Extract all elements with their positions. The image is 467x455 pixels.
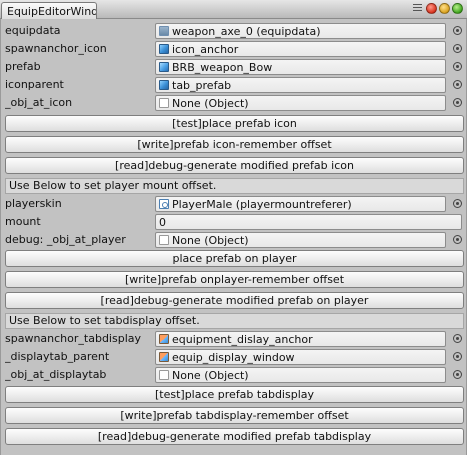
field-label: mount: [5, 215, 41, 228]
field-value: equipment_dislay_anchor: [172, 332, 313, 346]
field-label: equipdata: [5, 24, 61, 37]
field-label: iconparent: [5, 78, 64, 91]
object-picker-icon[interactable]: [453, 334, 462, 343]
anchor-gameobject-icon: [159, 334, 169, 344]
tabdisplay-help: Use Below to set tabdisplay offset.: [5, 313, 464, 329]
field-value: None (Object): [172, 368, 249, 382]
obj-at-player-field[interactable]: None (Object): [155, 232, 446, 248]
read-debug-prefab-icon-button[interactable]: [read]debug-generate modified prefab ico…: [5, 157, 464, 174]
object-picker-icon[interactable]: [453, 352, 462, 361]
object-picker-icon[interactable]: [453, 44, 462, 53]
write-prefab-tabdisplay-offset-button[interactable]: [write]prefab tabdisplay-remember offset: [5, 407, 464, 424]
equipdata-field[interactable]: weapon_axe_0 (equipdata): [155, 23, 446, 39]
test-place-prefab-tabdisplay-button[interactable]: [test]place prefab tabdisplay: [5, 386, 464, 403]
obj-at-icon-field[interactable]: None (Object): [155, 95, 446, 111]
anchor-gameobject-icon: [159, 352, 169, 362]
object-picker-icon[interactable]: [453, 98, 462, 107]
window-tab[interactable]: EquipEditorWind: [1, 2, 97, 19]
object-picker-icon[interactable]: [453, 370, 462, 379]
place-prefab-on-player-button[interactable]: place prefab on player: [5, 250, 464, 267]
field-label: debug: _obj_at_player: [5, 233, 126, 246]
iconparent-field[interactable]: tab_prefab: [155, 77, 446, 93]
field-label: _obj_at_displaytab: [5, 368, 107, 381]
field-value: equip_display_window: [172, 350, 295, 364]
object-picker-icon[interactable]: [453, 80, 462, 89]
none-object-icon: [159, 235, 169, 245]
field-value: None (Object): [172, 233, 249, 247]
field-value: None (Object): [172, 96, 249, 110]
window-tab-title: EquipEditorWind: [7, 5, 97, 18]
field-label: spawnanchor_tabdisplay: [5, 332, 142, 345]
read-debug-prefab-tabdisplay-button[interactable]: [read]debug-generate modified prefab tab…: [5, 428, 464, 445]
write-prefab-onplayer-offset-button[interactable]: [write]prefab onplayer-remember offset: [5, 271, 464, 288]
prefab-field[interactable]: BRB_weapon_Bow: [155, 59, 446, 75]
field-label: _displaytab_parent: [5, 350, 110, 363]
object-picker-icon[interactable]: [453, 62, 462, 71]
field-label: spawnanchor_icon: [5, 42, 107, 55]
inspector-panel: equipdata weapon_axe_0 (equipdata) spawn…: [0, 19, 467, 455]
field-value: 0: [159, 215, 166, 229]
none-object-icon: [159, 98, 169, 108]
gameobject-icon: [159, 80, 169, 90]
test-place-prefab-icon-button[interactable]: [test]place prefab icon: [5, 115, 464, 132]
spawnanchor-tabdisplay-field[interactable]: equipment_dislay_anchor: [155, 331, 446, 347]
maximize-window-icon[interactable]: [452, 3, 463, 14]
obj-at-displaytab-field[interactable]: None (Object): [155, 367, 446, 383]
object-picker-icon[interactable]: [453, 199, 462, 208]
field-label: playerskin: [5, 197, 62, 210]
playerskin-field[interactable]: PlayerMale (playermountreferer): [155, 196, 446, 212]
write-prefab-icon-offset-button[interactable]: [write]prefab icon-remember offset: [5, 136, 464, 153]
object-picker-icon[interactable]: [453, 26, 462, 35]
script-icon: [159, 26, 169, 36]
mount-input[interactable]: 0: [155, 214, 462, 230]
window-titlebar: EquipEditorWind: [0, 0, 467, 19]
object-picker-icon[interactable]: [453, 235, 462, 244]
gameobject-icon: [159, 44, 169, 54]
prefab-icon: [159, 62, 169, 72]
field-value: PlayerMale (playermountreferer): [172, 197, 352, 211]
player-mount-help: Use Below to set player mount offset.: [5, 178, 464, 194]
field-label: _obj_at_icon: [5, 96, 73, 109]
spawnanchor-icon-field[interactable]: icon_anchor: [155, 41, 446, 57]
component-icon: [159, 199, 169, 209]
field-value: icon_anchor: [172, 42, 239, 56]
close-window-icon[interactable]: [426, 3, 437, 14]
field-value: BRB_weapon_Bow: [172, 60, 273, 74]
window-menu-icon[interactable]: [413, 4, 422, 13]
field-value: weapon_axe_0 (equipdata): [172, 24, 321, 38]
field-value: tab_prefab: [172, 78, 232, 92]
read-debug-prefab-on-player-button[interactable]: [read]debug-generate modified prefab on …: [5, 292, 464, 309]
none-object-icon: [159, 370, 169, 380]
displaytab-parent-field[interactable]: equip_display_window: [155, 349, 446, 365]
field-label: prefab: [5, 60, 41, 73]
minimize-window-icon[interactable]: [439, 3, 450, 14]
